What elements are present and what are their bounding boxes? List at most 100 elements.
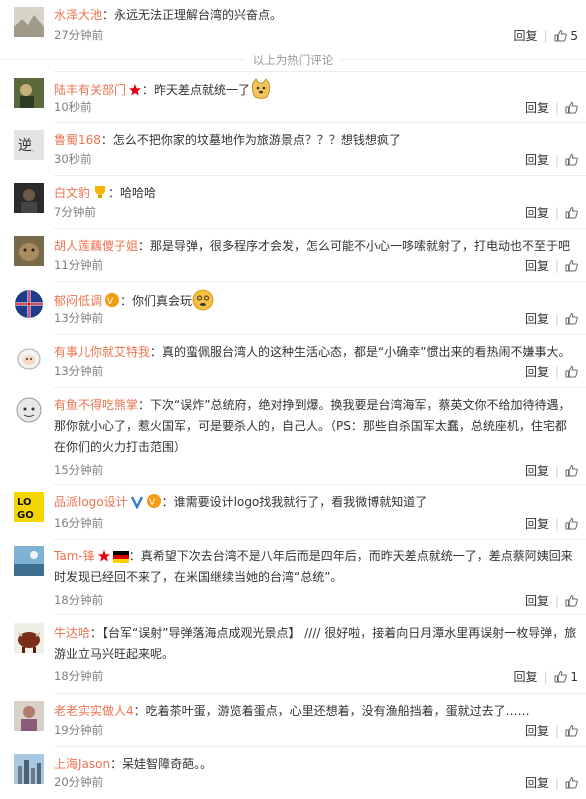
username[interactable]: 郁闷低调 bbox=[54, 294, 102, 308]
reply-button[interactable]: 回复 bbox=[525, 724, 549, 738]
avatar[interactable] bbox=[14, 701, 44, 731]
avatar[interactable] bbox=[14, 546, 44, 576]
comment-text: ：你们真会玩 bbox=[120, 294, 193, 308]
vip-trophy-icon bbox=[95, 186, 106, 198]
like-button[interactable] bbox=[565, 365, 578, 379]
comment-actions: 回复 | bbox=[525, 151, 578, 168]
avatar[interactable] bbox=[14, 236, 44, 266]
timestamp: 13分钟前 bbox=[54, 364, 104, 378]
thumbs-up-icon bbox=[565, 153, 578, 166]
svg-text:逆: 逆 bbox=[18, 138, 32, 154]
divider bbox=[54, 175, 586, 176]
avatar[interactable] bbox=[14, 623, 44, 653]
reply-button[interactable]: 回复 bbox=[513, 670, 537, 684]
comment-actions: 回复 | bbox=[525, 462, 578, 479]
vip-badge-icon: V bbox=[105, 293, 120, 307]
reply-button[interactable]: 回复 bbox=[525, 594, 549, 608]
divider bbox=[54, 228, 586, 229]
like-button[interactable]: 1 bbox=[554, 670, 578, 684]
like-button[interactable] bbox=[565, 259, 578, 273]
divider bbox=[54, 334, 586, 335]
timestamp: 7分钟前 bbox=[54, 205, 96, 219]
reply-button[interactable]: 回复 bbox=[513, 29, 537, 43]
comment-text: ：呆娃智障奇葩。。 bbox=[110, 757, 213, 771]
timestamp: 13分钟前 bbox=[54, 311, 104, 325]
thumbs-up-icon bbox=[565, 101, 578, 114]
reply-button[interactable]: 回复 bbox=[525, 206, 549, 220]
avatar[interactable]: 逆 · bbox=[14, 130, 44, 160]
comment-actions: 回复 | bbox=[525, 774, 578, 791]
like-button[interactable]: 5 bbox=[554, 29, 578, 43]
username[interactable]: 有事儿你就艾特我 bbox=[54, 345, 150, 359]
avatar[interactable] bbox=[14, 342, 44, 372]
red-star-icon bbox=[97, 550, 110, 562]
username[interactable]: 白文豹 bbox=[54, 186, 90, 200]
avatar[interactable] bbox=[14, 289, 44, 319]
comment-text: ：真的蛮佩服台湾人的这种生活心态，都是“小确幸”惯出来的看热闹不嫌事大。 bbox=[150, 345, 571, 359]
divider bbox=[54, 71, 586, 72]
like-count: 1 bbox=[570, 670, 578, 684]
reply-button[interactable]: 回复 bbox=[525, 259, 549, 273]
dizzy-face-emoji-icon bbox=[192, 289, 214, 311]
like-button[interactable] bbox=[565, 312, 578, 326]
reply-button[interactable]: 回复 bbox=[525, 365, 549, 379]
comment-text: ：谁需要设计logo找我就行了，看我微博就知道了 bbox=[161, 495, 428, 509]
avatar[interactable] bbox=[14, 395, 44, 425]
avatar[interactable] bbox=[14, 78, 44, 108]
comment-actions: 回复 | bbox=[525, 99, 578, 116]
like-button[interactable] bbox=[565, 776, 578, 790]
thumbs-up-icon bbox=[565, 517, 578, 530]
username[interactable]: 牛达哈 bbox=[54, 626, 90, 640]
german-flag-icon bbox=[112, 551, 129, 563]
like-button[interactable] bbox=[565, 517, 578, 531]
username[interactable]: 上海Jason bbox=[54, 757, 110, 771]
avatar[interactable] bbox=[14, 7, 44, 37]
comment-actions: 回复 | bbox=[525, 722, 578, 739]
reply-button[interactable]: 回复 bbox=[525, 464, 549, 478]
username[interactable]: 有鱼不得吃熊掌 bbox=[54, 398, 138, 412]
vip-badge-icon: V bbox=[146, 494, 161, 508]
username[interactable]: 陆丰有关部门 bbox=[54, 83, 126, 97]
timestamp: 19分钟前 bbox=[54, 723, 104, 737]
timestamp: 18分钟前 bbox=[54, 593, 104, 607]
timestamp: 30秒前 bbox=[54, 152, 92, 166]
timestamp: 16分钟前 bbox=[54, 516, 104, 530]
username[interactable]: 老老实实做人4 bbox=[54, 704, 134, 718]
reply-button[interactable]: 回复 bbox=[525, 312, 549, 326]
like-button[interactable] bbox=[565, 153, 578, 167]
divider bbox=[54, 484, 586, 485]
thumbs-up-icon bbox=[565, 365, 578, 378]
like-button[interactable] bbox=[565, 464, 578, 478]
like-button[interactable] bbox=[565, 206, 578, 220]
username[interactable]: 鲁蜀168 bbox=[54, 133, 101, 147]
username[interactable]: 品派logo设计 bbox=[54, 495, 128, 509]
thumbs-up-icon bbox=[565, 206, 578, 219]
like-count: 5 bbox=[570, 29, 578, 43]
divider bbox=[54, 614, 586, 615]
comment-actions: 回复 | 1 bbox=[513, 670, 578, 684]
comment-text: ：昨天差点就统一了 bbox=[142, 83, 251, 97]
timestamp: 10秒前 bbox=[54, 100, 92, 114]
username[interactable]: Tam-锋 bbox=[54, 549, 95, 563]
avatar[interactable] bbox=[14, 183, 44, 213]
thumbs-up-icon bbox=[565, 724, 578, 737]
hot-comments-divider: 以上为热门评论 bbox=[0, 52, 586, 68]
comment-actions: 回复 | bbox=[525, 592, 578, 609]
reply-button[interactable]: 回复 bbox=[525, 776, 549, 790]
divider bbox=[54, 746, 586, 747]
comment-actions: 回复 | bbox=[525, 204, 578, 221]
svg-text:V: V bbox=[149, 498, 156, 508]
username[interactable]: 胡人莲藕傻子姐 bbox=[54, 239, 138, 253]
username[interactable]: 水泽大池 bbox=[54, 8, 102, 22]
avatar[interactable]: LO GO bbox=[14, 492, 44, 522]
reply-button[interactable]: 回复 bbox=[525, 517, 549, 531]
like-button[interactable] bbox=[565, 594, 578, 608]
thumbs-up-icon bbox=[565, 594, 578, 607]
divider bbox=[54, 693, 586, 694]
reply-button[interactable]: 回复 bbox=[525, 101, 549, 115]
avatar[interactable] bbox=[14, 754, 44, 784]
like-button[interactable] bbox=[565, 101, 578, 115]
like-button[interactable] bbox=[565, 724, 578, 738]
reply-button[interactable]: 回复 bbox=[525, 153, 549, 167]
comment-actions: 回复 | bbox=[525, 310, 578, 327]
